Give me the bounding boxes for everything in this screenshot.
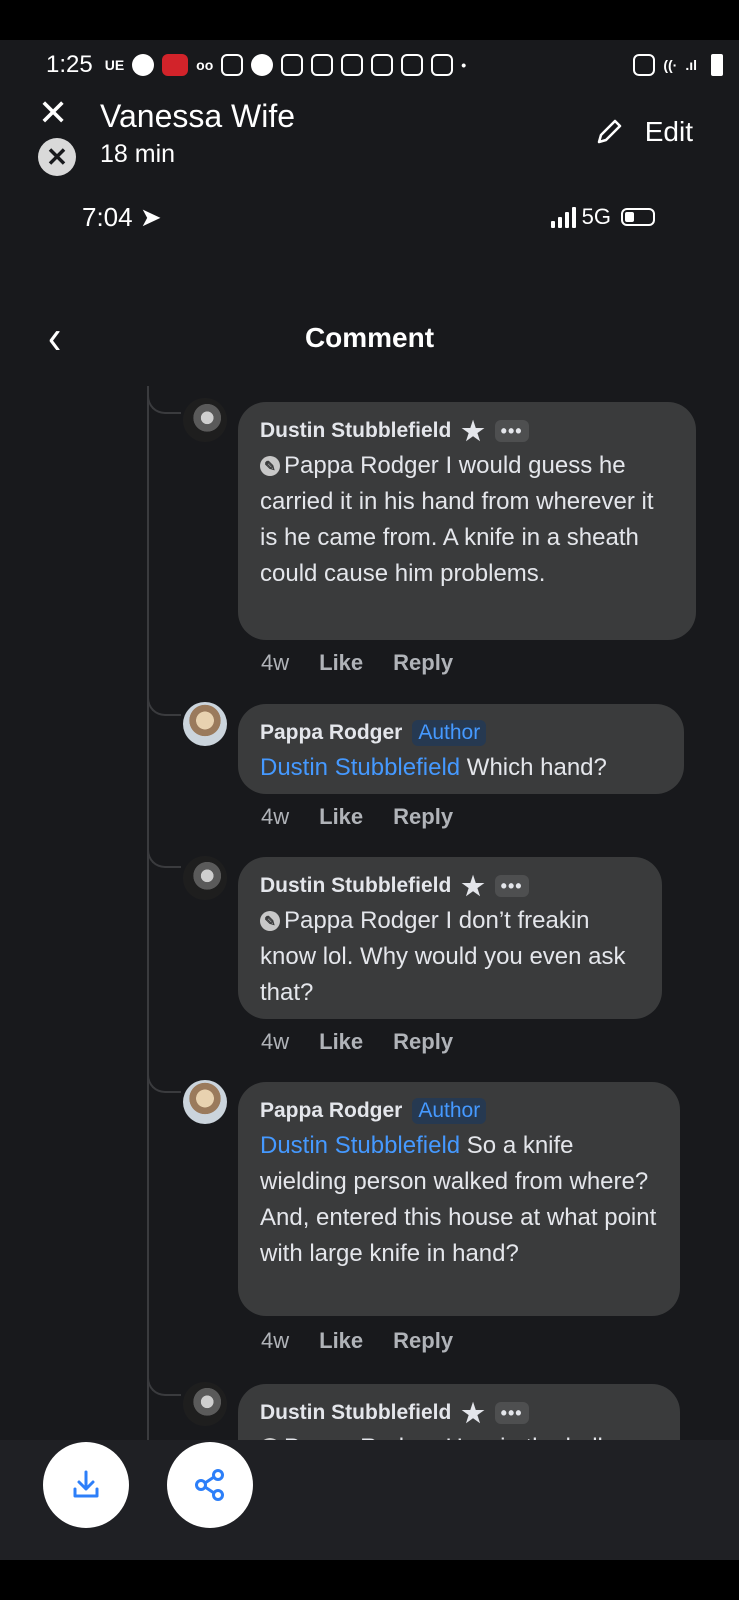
comment-age: 4w <box>261 1029 290 1054</box>
duration-label: 18 min <box>100 140 176 168</box>
more-icon[interactable]: ••• <box>494 875 529 897</box>
comment-mention[interactable]: Pappa Rodger <box>284 452 439 479</box>
home-icon <box>221 54 244 76</box>
share-button[interactable] <box>167 1442 253 1528</box>
like-button[interactable]: Like <box>319 650 363 676</box>
close-icon[interactable]: ✕ <box>38 95 72 132</box>
location-arrow-icon: ➤ <box>139 202 162 232</box>
download-button[interactable] <box>43 1442 129 1528</box>
like-button[interactable]: Like <box>319 1029 363 1055</box>
author-badge: Author <box>412 1098 487 1124</box>
comment-actions: 4w Like Reply <box>261 650 453 676</box>
reply-button[interactable]: Reply <box>393 650 453 676</box>
avatar[interactable] <box>183 398 227 442</box>
comment-age: 4w <box>261 650 290 675</box>
author-badge: Author <box>412 720 487 746</box>
instagram-icon <box>371 54 394 76</box>
thread-branch <box>147 1065 181 1093</box>
comment-actions: 4w Like Reply <box>261 804 453 830</box>
ios-battery-icon <box>621 208 655 226</box>
network-label: 5G <box>581 204 611 229</box>
instagram-icon <box>341 54 364 76</box>
comment-mention[interactable]: Dustin Stubblefield <box>260 1132 460 1159</box>
ios-status-icons: 5G <box>550 204 655 230</box>
comment-text: Dustin Stubblefield So a knife wielding … <box>260 1128 660 1272</box>
page-title: Comment <box>304 322 435 353</box>
share-icon <box>195 1469 224 1501</box>
device-status-bar: 1:25 UE oo • ((· .ıl <box>0 40 739 90</box>
edit-label: Edit <box>644 116 693 147</box>
avatar[interactable] <box>183 702 227 746</box>
thread-branch <box>147 386 181 414</box>
instagram-icon <box>281 54 304 76</box>
comment-author[interactable]: Dustin Stubblefield <box>260 419 451 443</box>
wifi-icon: ((· <box>663 57 678 73</box>
comment-mention[interactable]: Pappa Rodger <box>284 907 439 934</box>
more-icon[interactable]: ••• <box>494 420 529 442</box>
reply-button[interactable]: Reply <box>393 1328 453 1354</box>
mention-icon: ✎ <box>260 911 280 931</box>
device-time: 1:25 <box>46 51 93 78</box>
cell-signal-icon <box>550 206 576 228</box>
like-button[interactable]: Like <box>319 804 363 830</box>
battery-icon <box>711 54 723 76</box>
instagram-icon <box>311 54 334 76</box>
ios-time-text: 7:04 <box>82 202 133 232</box>
comment-age: 4w <box>261 804 290 829</box>
download-icon <box>73 1470 99 1498</box>
app-icon <box>251 54 274 76</box>
contact-name: Vanessa Wife <box>100 98 296 134</box>
ad-blocker-icon <box>162 54 189 76</box>
star-icon: ★ <box>461 416 485 446</box>
star-icon: ★ <box>461 871 485 901</box>
avatar[interactable] <box>183 1080 227 1124</box>
comment-text: ✎ Pappa Rodger I don’t freakin know lol. … <box>260 903 642 1011</box>
instagram-icon <box>401 54 424 76</box>
comment-mention[interactable]: Dustin Stubblefield <box>260 754 460 781</box>
ios-time: 7:04 ➤ <box>82 202 162 233</box>
avatar[interactable] <box>183 1382 227 1426</box>
comment-actions: 4w Like Reply <box>261 1328 453 1354</box>
comment-author[interactable]: Pappa Rodger <box>260 721 402 745</box>
thread-line <box>147 386 149 1440</box>
comment-author[interactable]: Dustin Stubblefield <box>260 874 451 898</box>
comment-bubble: Pappa Rodger Author Dustin Stubblefield … <box>238 704 684 794</box>
comment-bubble: Dustin Stubblefield ★ ••• ✎Pappa Rodger … <box>238 857 662 1019</box>
comment-author[interactable]: Dustin Stubblefield <box>260 1401 451 1425</box>
edit-button[interactable]: Edit <box>593 116 693 148</box>
more-notifications-dot: • <box>461 57 467 73</box>
more-icon[interactable]: ••• <box>494 1402 529 1424</box>
avatar[interactable] <box>183 856 227 900</box>
voicemail-icon: oo <box>196 57 214 73</box>
signal-icon: .ıl <box>685 57 697 73</box>
like-button[interactable]: Like <box>319 1328 363 1354</box>
messenger-icon <box>132 54 155 76</box>
thread-branch <box>147 1368 181 1396</box>
screen-frame: 1:25 UE oo • ((· .ıl ✕ ✕ Vanessa Wife 18… <box>0 40 739 1560</box>
comment-author[interactable]: Pappa Rodger <box>260 1099 402 1123</box>
comment-bubble: Dustin Stubblefield ★ ••• ✎Pappa Rodger … <box>238 402 696 640</box>
thread-branch <box>147 688 181 716</box>
mention-icon: ✎ <box>260 456 280 476</box>
close-badge-icon[interactable]: ✕ <box>38 138 76 176</box>
lock-icon <box>633 54 656 76</box>
comment-age: 4w <box>261 1328 290 1353</box>
reply-button[interactable]: Reply <box>393 1029 453 1055</box>
star-icon: ★ <box>461 1398 485 1428</box>
comment-actions: 4w Like Reply <box>261 1029 453 1055</box>
reply-button[interactable]: Reply <box>393 804 453 830</box>
gmail-icon <box>431 54 454 76</box>
pencil-icon <box>597 119 621 144</box>
comment-text: ✎ Pappa Rodger I would guess he carried i… <box>260 448 676 592</box>
comment-text: Dustin Stubblefield Which hand? <box>260 750 664 786</box>
thread-branch <box>147 840 181 868</box>
carrier-label: UE <box>104 57 125 73</box>
comment-bubble: Pappa Rodger Author Dustin Stubblefield … <box>238 1082 680 1316</box>
comment-body: Which hand? <box>460 754 607 781</box>
